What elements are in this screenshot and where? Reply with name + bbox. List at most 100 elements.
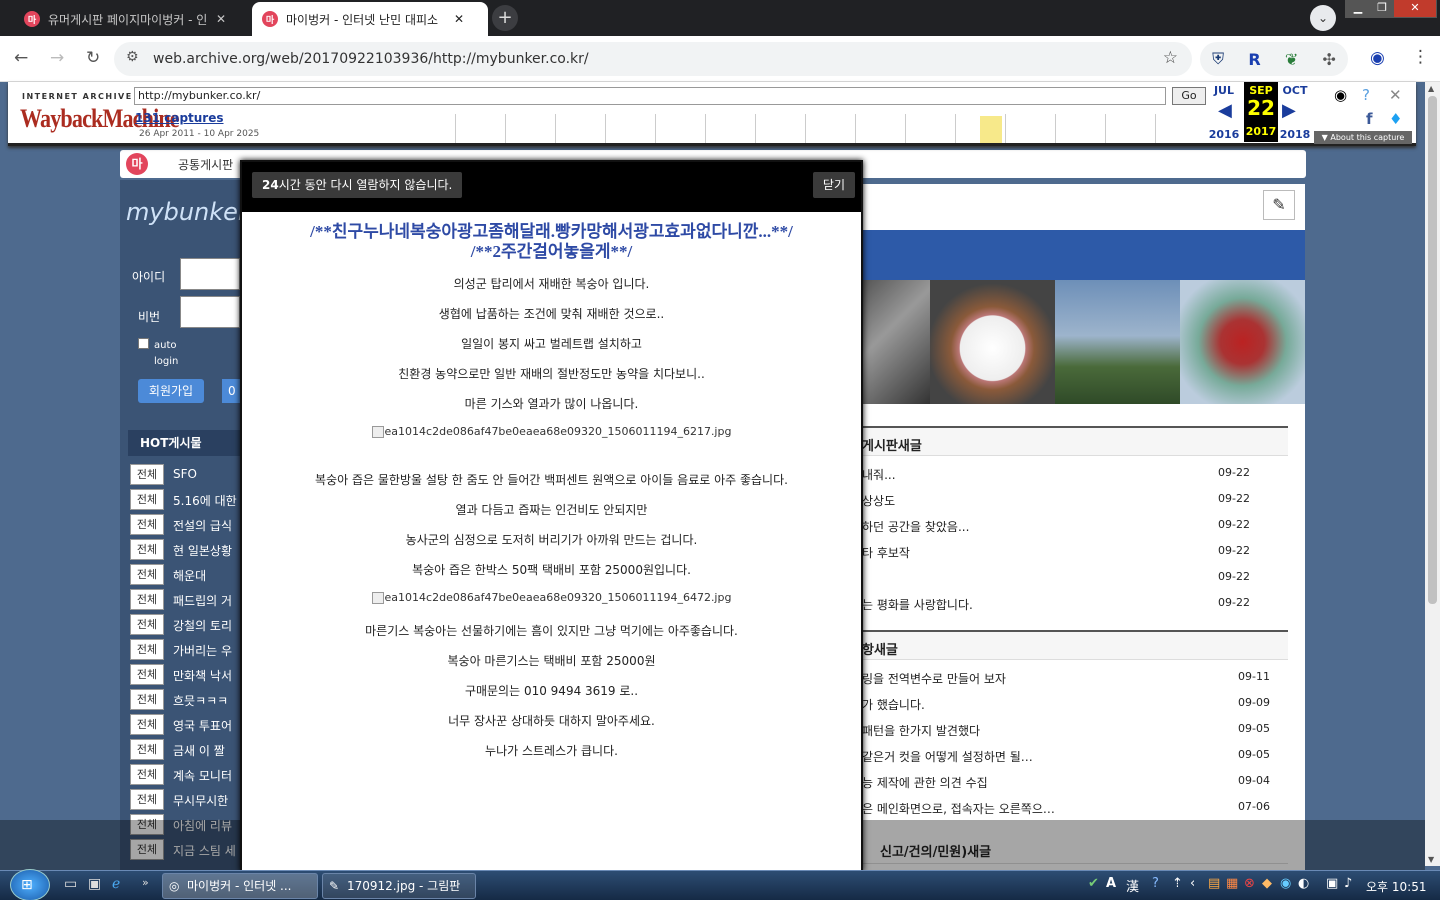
hot-post-row[interactable]: 전체 흐믓ㅋㅋㅋ — [130, 689, 240, 711]
category-badge[interactable]: 전체 — [130, 689, 164, 710]
site-logo[interactable]: mybunker — [126, 198, 248, 226]
board-post-title[interactable]: 는 평화를 사랑합니다. — [862, 596, 973, 613]
scrollbar-thumb[interactable] — [1428, 96, 1437, 604]
board-post-title[interactable]: 상상도 — [862, 492, 895, 509]
tab-humor-board[interactable]: 마 유머게시판 페이지마이벙커 - 인 ✕ — [14, 2, 252, 36]
twitter-icon[interactable]: ♦ — [1389, 110, 1402, 128]
close-wayback-icon[interactable]: ✕ — [1389, 86, 1402, 104]
tray-app-icon[interactable]: ▤ — [1208, 876, 1220, 891]
board-post-title[interactable]: 내줘... — [862, 466, 896, 483]
site-info-icon[interactable]: ⚙ — [126, 49, 139, 65]
board-post-row[interactable]: 내줘... 09-22 — [862, 460, 1288, 486]
clock[interactable]: 오후 10:51 — [1366, 878, 1426, 895]
gallery-photo-machine[interactable] — [862, 280, 930, 404]
puzzle-extensions-icon[interactable]: ✣ — [1322, 50, 1335, 69]
gallery-photo-food[interactable] — [1180, 280, 1305, 404]
explorer-icon[interactable]: ▣ — [88, 876, 101, 892]
profile-avatar-icon[interactable]: ◉ — [1370, 48, 1385, 68]
scroll-down-icon[interactable]: ▼ — [1428, 855, 1434, 864]
hot-post-row[interactable]: 전체 전설의 급식 — [130, 514, 240, 536]
hot-post-title[interactable]: 계속 모니터 — [173, 767, 239, 784]
task-paint[interactable]: ✎ 170912.jpg - 그림판 — [322, 873, 476, 899]
board-post-row[interactable]: 같은거 컷을 어떻게 설정하면 될… 09-05 — [862, 742, 1288, 768]
start-button[interactable]: ⊞ — [10, 869, 50, 900]
board-post-title[interactable]: 가 했습니다. — [862, 696, 925, 713]
captures-link[interactable]: 131 captures — [135, 111, 224, 125]
category-badge[interactable]: 전체 — [130, 739, 164, 760]
hot-post-title[interactable]: 패드립의 거 — [173, 592, 239, 609]
about-capture-button[interactable]: ▼ About this capture — [1314, 131, 1412, 144]
board-post-row[interactable]: 은 메인화면으로, 접속자는 오른쪽으… 07-06 — [862, 794, 1288, 820]
board-post-title[interactable]: 은 메인화면으로, 접속자는 오른쪽으… — [862, 800, 1055, 817]
board-post-title[interactable]: 패턴을 한가지 발견했다 — [862, 722, 980, 739]
tray-expand-icon[interactable]: ‹ — [1190, 876, 1195, 891]
next-capture-arrow-icon[interactable]: ▶ — [1282, 100, 1296, 121]
hot-post-title[interactable]: 금새 이 짤 — [173, 742, 239, 759]
more-menu-icon[interactable]: ⋮ — [1412, 47, 1429, 67]
edit-pencil-icon[interactable]: ✎ — [1263, 190, 1295, 220]
hot-post-row[interactable]: 전체 강철의 토리 — [130, 614, 240, 636]
bookmark-star-icon[interactable]: ☆ — [1163, 48, 1178, 68]
category-badge[interactable]: 전체 — [130, 789, 164, 810]
menu-common-board[interactable]: 공통게시판 — [178, 156, 233, 173]
ime-mode-icon[interactable]: ⇡ — [1172, 876, 1183, 891]
board-post-row[interactable]: 타 후보작 09-22 — [862, 538, 1288, 564]
more-quicklaunch-icon[interactable]: » — [142, 876, 149, 889]
help-icon[interactable]: ? — [1152, 876, 1159, 891]
minimize-button[interactable]: ▁ — [1345, 0, 1371, 18]
go-button[interactable]: Go — [1172, 87, 1206, 105]
hot-post-title[interactable]: 전설의 급식 — [173, 517, 239, 534]
hot-post-title[interactable]: SFO — [173, 467, 239, 481]
show-desktop-icon[interactable]: ▭ — [64, 876, 77, 892]
board-post-title[interactable]: 링을 전역변수로 만들어 보자 — [862, 670, 1006, 687]
help-icon[interactable]: ? — [1362, 86, 1370, 104]
board-post-row[interactable]: 상상도 09-22 — [862, 486, 1288, 512]
hot-post-title[interactable]: 강철의 토리 — [173, 617, 239, 634]
capture-sparkline[interactable] — [455, 114, 1205, 143]
gallery-photo-tower[interactable] — [1055, 280, 1180, 404]
network-icon[interactable]: ▣ — [1326, 876, 1338, 891]
category-badge[interactable]: 전체 — [130, 539, 164, 560]
scroll-up-icon[interactable]: ▲ — [1428, 84, 1434, 93]
tray-app-icon[interactable]: ◐ — [1298, 876, 1309, 891]
wayback-url-input[interactable]: http://mybunker.co.kr/ — [134, 87, 1166, 105]
volume-icon[interactable]: ♪ — [1344, 876, 1352, 891]
prev-capture-arrow-icon[interactable]: ◀ — [1218, 100, 1232, 121]
new-tab-button[interactable]: + — [492, 5, 518, 31]
hot-post-title[interactable]: 만화책 낙서 — [173, 667, 239, 684]
auto-login-checkbox[interactable] — [138, 338, 149, 349]
category-badge[interactable]: 전체 — [130, 464, 164, 485]
hot-post-title[interactable]: 흐믓ㅋㅋㅋ — [173, 692, 239, 709]
hot-post-title[interactable]: 가버리는 우 — [173, 642, 239, 659]
password-input[interactable] — [180, 296, 240, 328]
leaf-extension-icon[interactable]: ❦ — [1285, 50, 1298, 69]
shield-extension-icon[interactable]: ⛨ — [1212, 49, 1224, 69]
tray-shield-icon[interactable]: ⊗ — [1244, 876, 1255, 891]
board-post-row[interactable]: 링을 전역변수로 만들어 보자 09-11 — [862, 664, 1288, 690]
board2-new-posts-header[interactable]: 항새글 — [862, 630, 1288, 660]
address-url[interactable]: web.archive.org/web/20170922103936/http:… — [153, 51, 589, 67]
category-badge[interactable]: 전체 — [130, 589, 164, 610]
hot-post-title[interactable]: 현 일본상황 — [173, 542, 239, 559]
id-input[interactable] — [180, 258, 240, 290]
task-chrome[interactable]: ◎ 마이벙커 - 인터넷 ... — [162, 873, 318, 899]
hot-post-row[interactable]: 전체 가버리는 우 — [130, 639, 240, 661]
hot-post-title[interactable]: 5.16에 대한 — [173, 492, 239, 509]
board-post-title[interactable]: 타 후보작 — [862, 544, 910, 561]
board-post-row[interactable]: 09-22 — [862, 564, 1288, 590]
user-account-icon[interactable]: ◉ — [1334, 86, 1347, 104]
dont-show-24h-button[interactable]: 24시간 동안 다시 열람하지 않습니다. — [252, 172, 463, 198]
internet-explorer-icon[interactable]: ℯ — [112, 876, 120, 892]
login-button[interactable]: 0 — [222, 379, 240, 403]
tab-search-chevron-down-icon[interactable]: ⌄ — [1310, 5, 1336, 31]
board-post-title[interactable]: 하던 공간을 찾았음... — [862, 518, 969, 535]
join-button[interactable]: 회원가입 — [138, 379, 204, 403]
hot-post-row[interactable]: 전체 만화책 낙서 — [130, 664, 240, 686]
category-badge[interactable]: 전체 — [130, 714, 164, 735]
tray-app-icon[interactable]: ◆ — [1262, 876, 1272, 891]
category-badge[interactable]: 전체 — [130, 489, 164, 510]
category-badge[interactable]: 전체 — [130, 614, 164, 635]
hot-post-title[interactable]: 해운대 — [173, 567, 239, 584]
category-badge[interactable]: 전체 — [130, 564, 164, 585]
reload-icon[interactable]: ↻ — [86, 48, 100, 68]
